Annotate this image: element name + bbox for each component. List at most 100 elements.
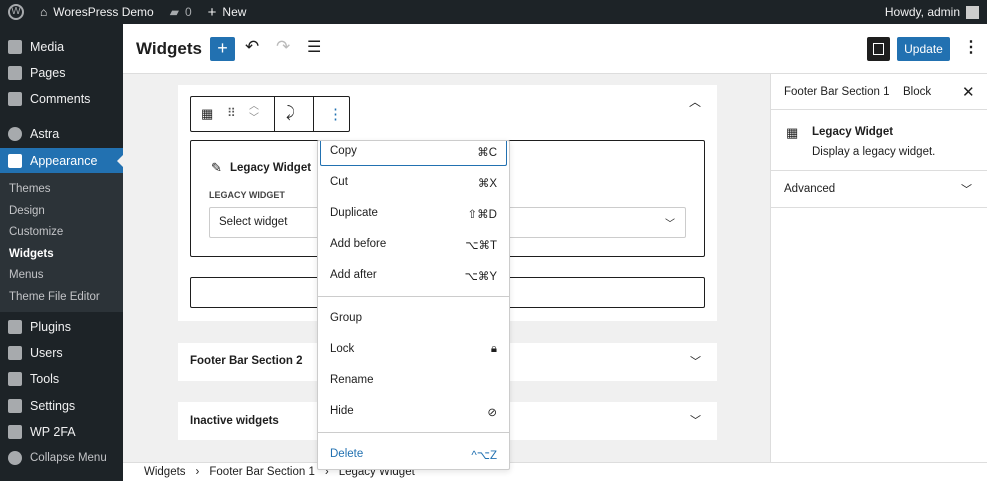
sidebar-item-astra[interactable]: Astra — [0, 121, 123, 147]
field-label: LEGACY WIDGET — [209, 190, 285, 200]
menu-item-duplicate[interactable]: Duplicate ⇧⌘D — [330, 207, 497, 221]
chevron-up-icon[interactable]: ︿ — [689, 93, 701, 110]
close-icon[interactable]: ✕ — [962, 83, 975, 101]
transform-icon[interactable]: ⤸ — [286, 104, 295, 121]
block-options-menu: Copy ⌘C Cut ⌘X Duplicate ⇧⌘D Add before ⌥⌘T … — [317, 140, 510, 470]
home-icon: ⌂ — [40, 5, 48, 19]
label: Add before — [330, 238, 387, 250]
sidebar-item-users[interactable]: Users — [0, 340, 123, 366]
drag-handle-icon[interactable]: ⠿ — [227, 106, 236, 120]
menu-item-delete[interactable]: Delete ^⌥Z — [330, 448, 497, 462]
update-button[interactable]: Update — [897, 37, 950, 61]
calendar-icon[interactable]: ▦ — [201, 106, 213, 122]
howdy-text: Howdy, admin — [884, 5, 960, 19]
astra-icon — [8, 127, 22, 141]
admin-bar: W ⌂ WoresPress Demo ▰ 0 + New Howdy, admin — [0, 0, 987, 24]
lock-icon: 🔒︎ — [490, 343, 497, 355]
block-card-description: Display a legacy widget. — [812, 146, 936, 158]
settings-icon — [8, 399, 22, 413]
brush-icon: ✎ — [211, 160, 222, 175]
label: Media — [30, 40, 65, 54]
divider — [318, 296, 509, 297]
redo-button[interactable]: ↷ — [276, 37, 290, 57]
sidebar-item-appearance[interactable]: Appearance — [0, 148, 123, 174]
plus-icon: + — [207, 3, 217, 21]
breadcrumb-item[interactable]: Widgets — [144, 466, 186, 478]
add-block-button[interactable]: + — [210, 37, 235, 61]
submenu-menus[interactable]: Menus — [9, 269, 44, 281]
menu-item-lock[interactable]: Lock 🔒︎ — [330, 343, 497, 356]
undo-button[interactable]: ↶ — [245, 37, 259, 57]
move-arrows-icon[interactable]: ︿ ﹀ — [249, 101, 259, 125]
sidebar-item-wp2fa[interactable]: WP 2FA — [0, 419, 123, 445]
tab-widget-area[interactable]: Footer Bar Section 1 — [784, 86, 889, 98]
site-name: WoresPress Demo — [53, 5, 154, 19]
eye-slash-icon: ⊘ — [487, 407, 497, 419]
wordpress-logo-icon[interactable]: W — [0, 0, 32, 24]
menu-item-add-before[interactable]: Add before ⌥⌘T — [330, 238, 497, 252]
shortcut: ⌘C — [477, 147, 497, 159]
users-icon — [8, 346, 22, 360]
new-label: New — [222, 5, 247, 19]
area-title: Inactive widgets — [190, 415, 279, 427]
collapse-menu-button[interactable]: Collapse Menu — [0, 445, 123, 471]
label: Group — [330, 312, 362, 324]
calendar-icon: ▦ — [786, 125, 799, 140]
menu-item-cut[interactable]: Cut ⌘X — [330, 176, 497, 190]
label: Add after — [330, 269, 377, 281]
comments-icon — [8, 92, 22, 106]
new-link[interactable]: + New — [200, 0, 255, 24]
submenu-customize[interactable]: Customize — [9, 226, 63, 238]
menu-item-rename[interactable]: Rename — [330, 374, 497, 386]
settings-toggle-button[interactable] — [867, 37, 890, 61]
page-title: Widgets — [136, 39, 202, 58]
shortcut: ⇧⌘D — [467, 209, 497, 221]
label: Plugins — [30, 320, 71, 334]
advanced-panel-toggle[interactable]: Advanced ﹀ — [771, 171, 987, 207]
comments-link[interactable]: ▰ 0 — [162, 0, 200, 24]
collapse-icon — [8, 451, 22, 465]
site-name-link[interactable]: ⌂ WoresPress Demo — [32, 0, 162, 24]
submenu-widgets[interactable]: Widgets — [9, 248, 54, 260]
label: Duplicate — [330, 207, 378, 219]
shield-icon — [8, 425, 22, 439]
submenu-theme-file-editor[interactable]: Theme File Editor — [9, 291, 100, 303]
sidebar-item-comments[interactable]: Comments — [0, 86, 123, 112]
sidebar-item-pages[interactable]: Pages — [0, 60, 123, 86]
label: Astra — [30, 127, 60, 141]
block-title: Legacy Widget — [230, 162, 312, 174]
chevron-down-icon: ﹀ — [690, 415, 701, 427]
sidebar-item-settings[interactable]: Settings — [0, 393, 123, 419]
menu-item-add-after[interactable]: Add after ⌥⌘Y — [330, 269, 497, 283]
area-title: Footer Bar Section 2 — [190, 355, 303, 367]
paintbrush-icon — [8, 154, 22, 168]
select-value: Select widget — [219, 216, 288, 228]
tab-block[interactable]: Block — [903, 86, 931, 98]
account-menu[interactable]: Howdy, admin — [877, 0, 987, 24]
more-options-button[interactable]: ⋮ — [328, 105, 343, 123]
chevron-down-icon: ﹀ — [961, 184, 972, 196]
breadcrumb-item[interactable]: Footer Bar Section 1 — [209, 466, 314, 478]
sidebar-item-plugins[interactable]: Plugins — [0, 314, 123, 340]
block-card-title: Legacy Widget — [812, 126, 894, 138]
chevron-down-icon: ﹀ — [690, 356, 701, 368]
sidebar-icon — [873, 43, 884, 55]
menu-item-copy[interactable]: Copy ⌘C — [330, 145, 497, 159]
comments-count: 0 — [184, 5, 192, 19]
settings-sidebar: Footer Bar Section 1 Block ✕ ▦ Legacy Wi… — [770, 74, 987, 462]
sidebar-item-media[interactable]: Media — [0, 34, 123, 60]
menu-item-group[interactable]: Group — [330, 312, 497, 324]
submenu-themes[interactable]: Themes — [9, 183, 51, 195]
label: Hide — [330, 405, 354, 417]
label: Comments — [30, 92, 91, 106]
media-icon — [8, 40, 22, 54]
list-view-button[interactable]: ☰ — [307, 37, 321, 57]
options-menu-icon[interactable]: ⋮ — [963, 37, 979, 57]
chevron-down-icon: ﹀ — [665, 219, 675, 230]
label: Settings — [30, 399, 76, 413]
shortcut: ^⌥Z — [471, 450, 497, 462]
submenu-design[interactable]: Design — [9, 205, 45, 217]
menu-item-hide[interactable]: Hide ⊘ — [330, 405, 497, 419]
sidebar-item-tools[interactable]: Tools — [0, 366, 123, 392]
label: Users — [30, 346, 63, 360]
